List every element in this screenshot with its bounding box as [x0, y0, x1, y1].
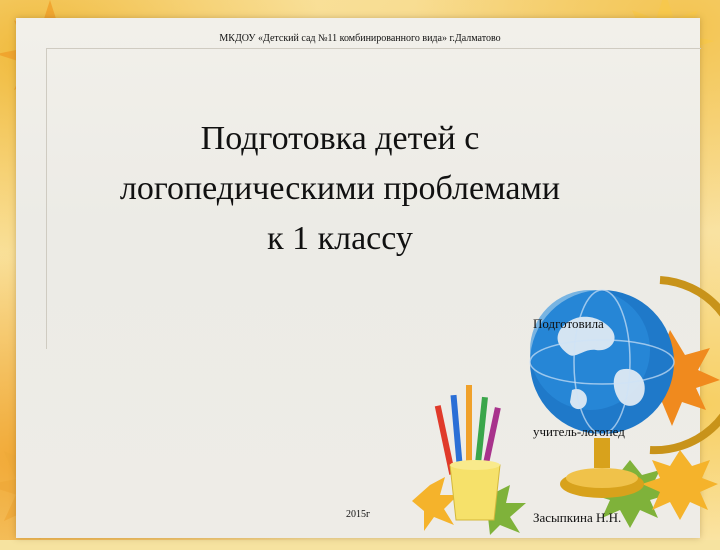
- organization-name: МКДОУ «Детский сад №11 комбинированного …: [219, 33, 501, 44]
- title-line-2: логопедическими проблемами: [119, 170, 561, 207]
- globe-icon: [529, 276, 720, 528]
- year-label: 2015г: [346, 509, 371, 520]
- author-position: учитель-логопед: [533, 424, 625, 439]
- slide-title: Подготовка детей с логопедическими пробл…: [60, 114, 620, 264]
- prepared-label: Подготовила: [533, 316, 604, 331]
- title-line-3: к 1 классу: [267, 220, 413, 257]
- title-line-1: Подготовка детей с: [200, 120, 480, 157]
- pencil-cup-icon: [412, 385, 526, 535]
- author-name: Засыпкина Н.Н.: [533, 510, 622, 525]
